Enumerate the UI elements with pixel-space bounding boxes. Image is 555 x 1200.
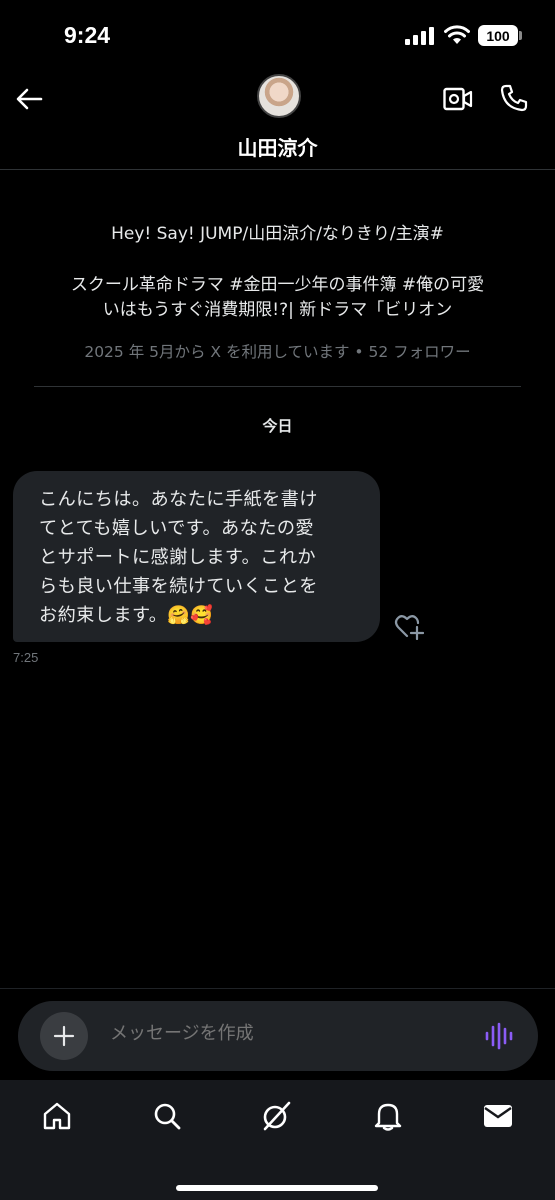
back-arrow-icon[interactable] <box>14 84 44 114</box>
profile-bio-line-1: Hey! Say! JUMP/山田涼介/なりきり/主演# <box>111 224 444 244</box>
message-input[interactable] <box>110 1023 450 1044</box>
message-timestamp: 7:25 <box>13 650 39 665</box>
profile-meta: 2025 年 5月から X を利用しています • 52 フォロワー <box>84 343 471 361</box>
home-icon[interactable] <box>41 1100 73 1132</box>
message-line: らも良い仕事を続けていくことを <box>39 576 318 597</box>
cellular-signal-icon <box>405 27 434 45</box>
profile-bio-line-3: いはもうすぐ消費期限!?| 新ドラマ「ビリオン <box>102 300 453 320</box>
message-line: てとても嬉しいです。あなたの愛 <box>39 518 314 539</box>
plus-icon <box>53 1025 75 1047</box>
add-reaction-icon[interactable] <box>394 612 424 640</box>
composer-bar <box>0 988 555 1080</box>
message-composer <box>18 1001 538 1071</box>
video-call-icon[interactable] <box>443 86 473 112</box>
battery-tip <box>519 31 522 40</box>
search-icon[interactable] <box>151 1100 183 1132</box>
message-line: お約束します。🤗🥰 <box>39 605 214 626</box>
avatar[interactable] <box>257 74 301 118</box>
voice-message-icon[interactable] <box>484 1021 514 1051</box>
battery-indicator: 100 <box>478 25 518 46</box>
conversation-header: 山田涼介 <box>0 70 555 170</box>
status-bar: 9:24 100 <box>0 0 555 70</box>
message-line: とサポートに感謝します。これか <box>39 547 316 568</box>
contact-name[interactable]: 山田涼介 <box>0 132 555 161</box>
divider <box>34 386 521 387</box>
bottom-tab-bar <box>0 1080 555 1200</box>
profile-bio-line-2: スクール革命ドラマ #金田一少年の事件簿 #俺の可愛 <box>70 275 485 295</box>
grok-icon[interactable] <box>260 1100 292 1132</box>
phone-icon[interactable] <box>499 83 529 113</box>
messages-icon[interactable] <box>482 1100 514 1132</box>
add-attachment-button[interactable] <box>40 1012 88 1060</box>
message-bubble[interactable]: こんにちは。あなたに手紙を書け てとても嬉しいです。あなたの愛 とサポートに感謝… <box>13 471 380 642</box>
date-separator: 今日 <box>262 417 293 435</box>
wifi-icon <box>444 25 470 44</box>
status-time: 9:24 <box>64 22 111 48</box>
notifications-icon[interactable] <box>372 1100 404 1132</box>
message-line: こんにちは。あなたに手紙を書け <box>39 489 318 510</box>
home-indicator <box>176 1185 378 1191</box>
